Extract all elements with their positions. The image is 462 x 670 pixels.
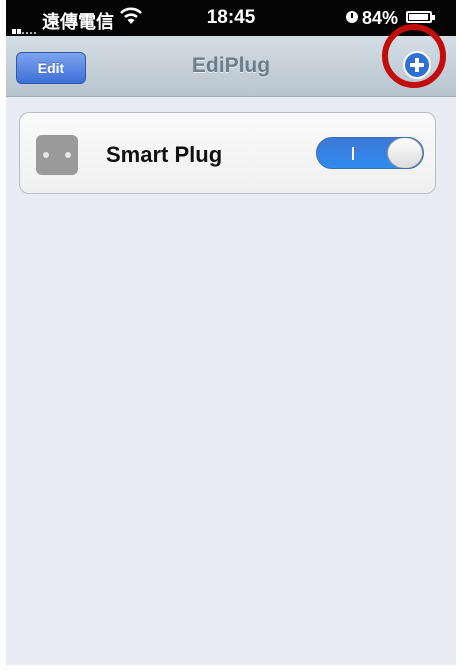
phone-screen: 遠傳電信 18:45 84% Edit EdiPlug Smart Plug [6, 0, 456, 665]
plug-icon [36, 135, 78, 175]
device-name: Smart Plug [106, 142, 223, 167]
highlight-circle [382, 24, 446, 88]
toggle-knob [387, 138, 423, 168]
battery-icon [406, 11, 435, 23]
status-bar: 遠傳電信 18:45 84% [6, 0, 456, 36]
device-list-item[interactable]: Smart Plug [19, 112, 436, 194]
battery-percentage: 84% [362, 8, 399, 28]
navigation-bar: Edit EdiPlug [6, 24, 456, 97]
alarm-clock-icon [346, 11, 358, 23]
power-toggle-switch[interactable] [316, 137, 424, 169]
